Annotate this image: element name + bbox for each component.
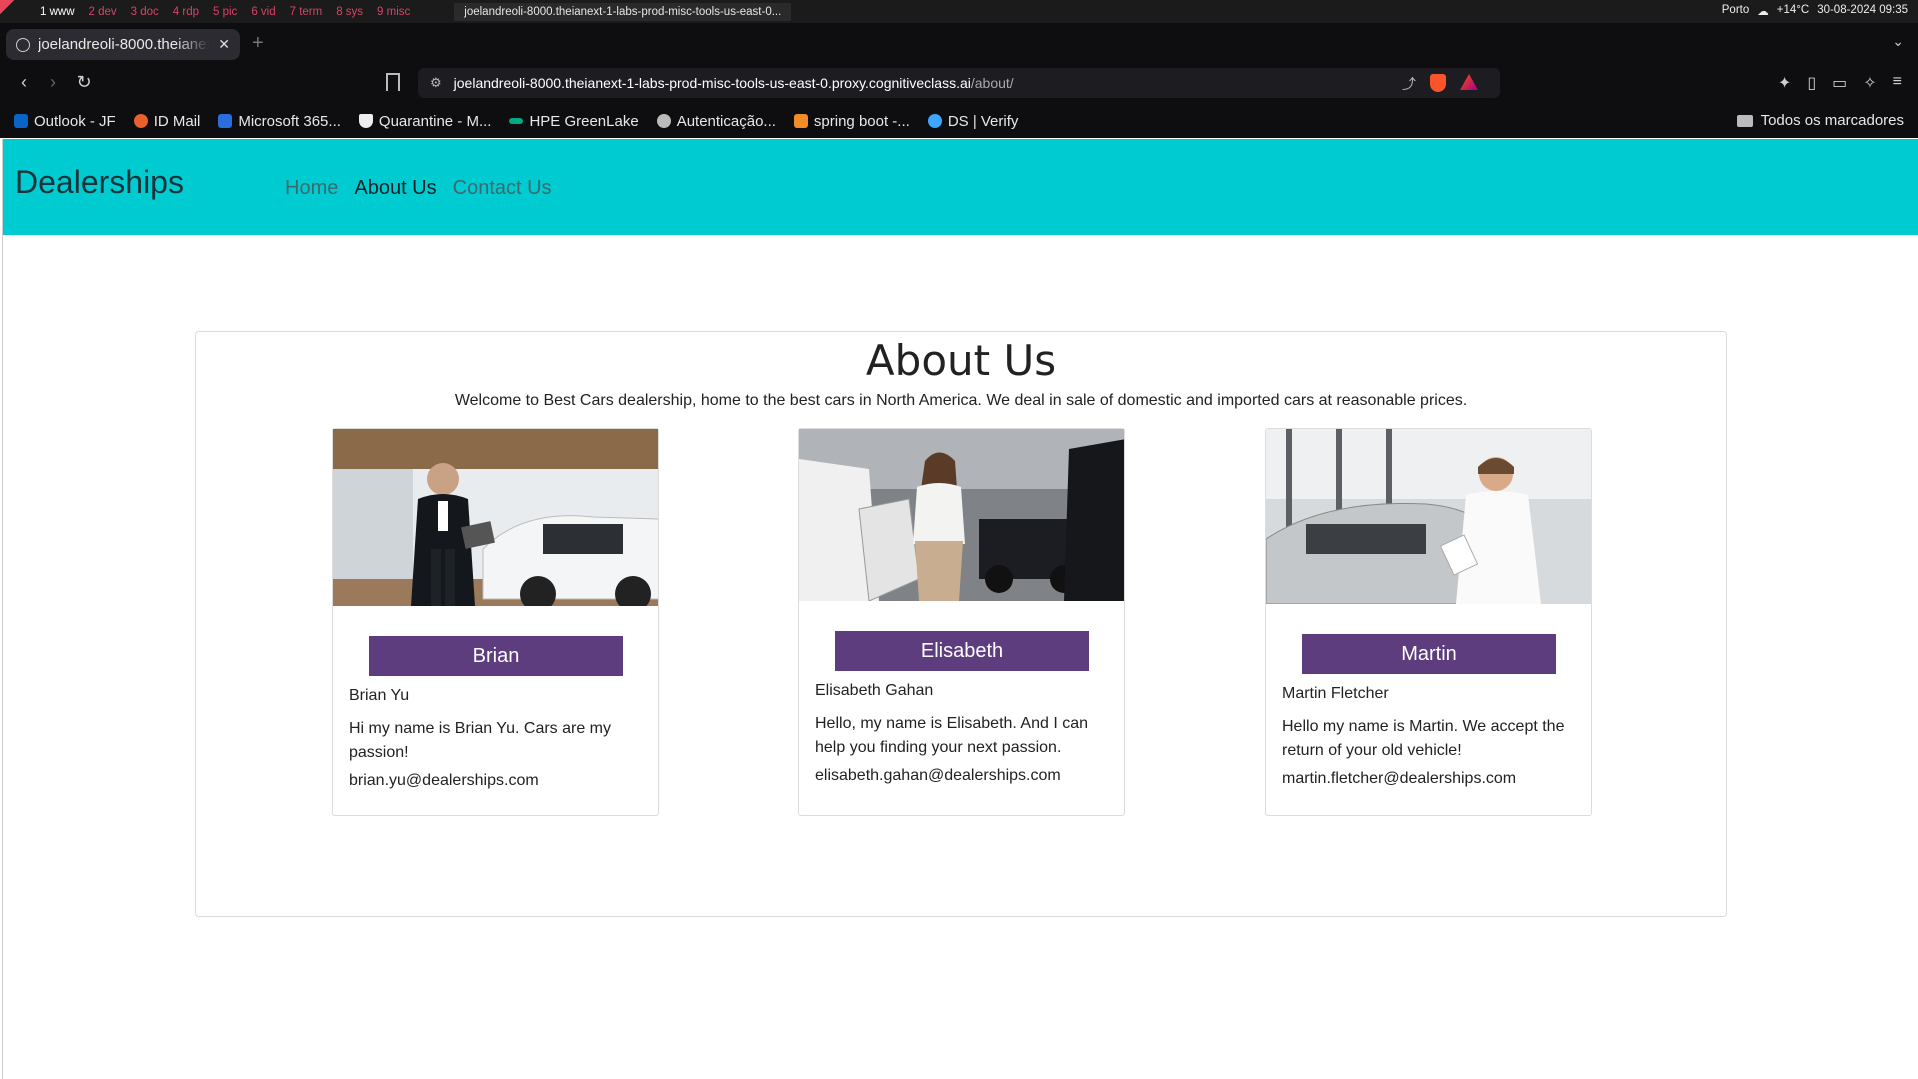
- nav-about-us[interactable]: About Us: [354, 177, 436, 200]
- workspace-list: 1 www 2 dev 3 doc 4 rdp 5 pic 6 vid 7 te…: [40, 6, 410, 18]
- person-card-elisabeth: Elisabeth Elisabeth Gahan Hello, my name…: [798, 428, 1125, 816]
- weather-location: Porto: [1721, 4, 1750, 16]
- bookmarks-bar: Outlook - JF ID Mail Microsoft 365... Qu…: [0, 104, 1918, 138]
- page-subtitle: Welcome to Best Cars dealership, home to…: [454, 392, 1468, 409]
- person-card-brian: Brian Brian Yu Hi my name is Brian Yu. C…: [332, 428, 659, 816]
- dealership-photo-icon: [799, 429, 1124, 601]
- status-area: Porto ☁ +14°C 30-08-2024 09:35: [1722, 4, 1908, 18]
- browser-tab[interactable]: joelandreoli-8000.theianext-1-labs-prod-…: [6, 29, 240, 60]
- system-logo: [0, 0, 24, 23]
- java-icon: [793, 114, 808, 128]
- workspace-5[interactable]: 5 pic: [213, 6, 237, 18]
- workspace-8[interactable]: 8 sys: [336, 6, 363, 18]
- person-email-martin[interactable]: martin.fletcher@dealerships.com: [1282, 767, 1575, 791]
- workspace-7[interactable]: 7 term: [290, 6, 323, 18]
- person-button-martin[interactable]: Martin: [1302, 634, 1556, 674]
- person-button-brian[interactable]: Brian: [369, 636, 623, 676]
- outlook-icon: [14, 114, 28, 128]
- bookmark-quarantine[interactable]: Quarantine - M...: [358, 113, 491, 130]
- person-bio-martin: Hello my name is Martin. We accept the r…: [1282, 718, 1565, 759]
- about-card: About Us Welcome to Best Cars dealership…: [195, 331, 1727, 917]
- reload-icon[interactable]: ↻: [72, 72, 96, 93]
- person-photo-elisabeth: [799, 429, 1124, 601]
- new-tab-button[interactable]: +: [252, 32, 264, 55]
- workspace-6[interactable]: 6 vid: [251, 6, 275, 18]
- microsoft-365-icon: [218, 114, 233, 128]
- person-bio-elisabeth: Hello, my name is Elisabeth. And I can h…: [815, 715, 1089, 756]
- person-photo-brian: [333, 429, 658, 606]
- site-brand[interactable]: Dealerships: [15, 164, 184, 201]
- clock: 30-08-2024 09:35: [1817, 4, 1908, 16]
- person-name-martin: Martin Fletcher: [1282, 685, 1389, 702]
- web-page: Dealerships Home About Us Contact Us Abo…: [2, 139, 1918, 1079]
- bookmark-microsoft-365[interactable]: Microsoft 365...: [218, 113, 341, 130]
- dealership-photo-icon: [333, 429, 658, 606]
- nav-home[interactable]: Home: [285, 177, 338, 200]
- system-bar: 1 www 2 dev 3 doc 4 rdp 5 pic 6 vid 7 te…: [0, 0, 1918, 23]
- bookmark-spring-boot[interactable]: spring boot -...: [793, 113, 910, 130]
- leo-ai-icon[interactable]: ✧: [1863, 73, 1876, 93]
- workspace-9[interactable]: 9 misc: [377, 6, 410, 18]
- tab-title: joelandreoli-8000.theianext-1-labs-prod-…: [38, 36, 210, 53]
- brave-shields-icon[interactable]: [1430, 74, 1446, 92]
- person-email-brian[interactable]: brian.yu@dealerships.com: [349, 769, 642, 793]
- person-card-martin: Martin Martin Fletcher Hello my name is …: [1265, 428, 1592, 816]
- person-name-brian: Brian Yu: [349, 687, 410, 704]
- workspace-2[interactable]: 2 dev: [89, 6, 117, 18]
- close-tab-icon[interactable]: ✕: [218, 36, 230, 53]
- person-button-elisabeth[interactable]: Elisabeth: [835, 631, 1089, 671]
- globe-icon: [16, 37, 30, 52]
- tab-strip: joelandreoli-8000.theianext-1-labs-prod-…: [0, 23, 1918, 64]
- person-email-elisabeth[interactable]: elisabeth.gahan@dealerships.com: [815, 764, 1108, 788]
- bookmark-outlook[interactable]: Outlook - JF: [14, 113, 116, 130]
- bookmark-hpe-greenlake[interactable]: HPE GreenLake: [509, 113, 639, 130]
- url-text[interactable]: joelandreoli-8000.theianext-1-labs-prod-…: [454, 75, 1014, 91]
- extensions-icon[interactable]: ✦: [1778, 73, 1791, 93]
- folder-icon: [1736, 114, 1753, 127]
- shield-icon: [358, 114, 373, 128]
- forward-icon[interactable]: ›: [41, 72, 65, 93]
- person-photo-martin: [1266, 429, 1591, 604]
- id-mail-icon: [133, 114, 148, 128]
- nav-contact-us[interactable]: Contact Us: [453, 177, 552, 200]
- toolbar-actions: ✦ ▯ ▭ ✧ ≡: [1778, 73, 1902, 93]
- person-bio-brian: Hi my name is Brian Yu. Cars are my pass…: [349, 720, 612, 761]
- person-name-elisabeth: Elisabeth Gahan: [815, 682, 934, 699]
- globe-icon: [656, 114, 671, 128]
- bookmark-ds-verify[interactable]: DS | Verify: [927, 113, 1018, 130]
- ds-verify-icon: [927, 114, 942, 128]
- back-icon[interactable]: ‹: [12, 72, 36, 93]
- temperature: +14°C: [1776, 4, 1810, 16]
- workspace-1[interactable]: 1 www: [40, 6, 75, 18]
- wallet-icon[interactable]: ▭: [1832, 73, 1847, 93]
- menu-icon[interactable]: ≡: [1893, 73, 1902, 93]
- workspace-3[interactable]: 3 doc: [131, 6, 159, 18]
- site-nav: Home About Us Contact Us: [285, 177, 552, 200]
- workspace-4[interactable]: 4 rdp: [173, 6, 199, 18]
- address-bar[interactable]: ⚙ joelandreoli-8000.theianext-1-labs-pro…: [418, 68, 1500, 98]
- browser-toolbar: ‹ › ↻ ⚙ joelandreoli-8000.theianext-1-la…: [0, 64, 1918, 104]
- brave-rewards-icon[interactable]: [1460, 74, 1478, 90]
- bookmark-icon[interactable]: [386, 73, 400, 91]
- chevron-down-icon[interactable]: ⌄: [1892, 33, 1904, 50]
- site-settings-icon[interactable]: ⚙: [430, 75, 442, 91]
- share-icon[interactable]: ⤴: [1402, 74, 1416, 94]
- address-bar-actions: ⤴: [1402, 74, 1478, 94]
- page-title: About Us: [865, 336, 1057, 385]
- hpe-icon: [509, 118, 524, 124]
- site-navbar: Dealerships Home About Us Contact Us: [3, 139, 1918, 235]
- window-title: joelandreoli-8000.theianext-1-labs-prod-…: [454, 2, 792, 21]
- all-bookmarks[interactable]: Todos os marcadores: [1736, 112, 1904, 129]
- cloud-icon: ☁: [1757, 6, 1769, 18]
- bookmark-id-mail[interactable]: ID Mail: [133, 113, 200, 130]
- sidebar-icon[interactable]: ▯: [1807, 73, 1816, 93]
- dealership-photo-icon: [1266, 429, 1591, 604]
- bookmark-autenticacao[interactable]: Autenticação...: [656, 113, 776, 130]
